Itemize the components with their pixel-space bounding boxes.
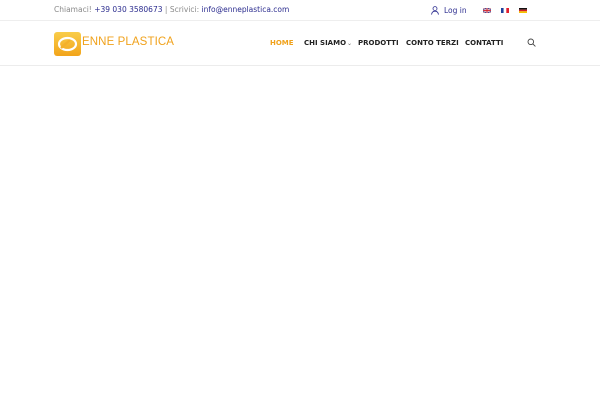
nav-prodotti[interactable]: PRODOTTI [358,39,399,47]
email-link[interactable]: info@enneplastica.com [202,5,290,14]
nav-conto-terzi[interactable]: CONTO TERZI [406,39,459,47]
nav-home[interactable]: HOME [270,39,294,47]
logo-mark-icon [54,32,81,56]
nav-contatti[interactable]: CONTATTI [465,39,503,47]
call-label: Chiamaci! [54,5,92,14]
chevron-down-icon: ⌄ [347,40,353,47]
logo-text: ENNE PLASTICA [82,36,175,48]
uk-flag-icon[interactable] [483,8,491,13]
user-icon [431,5,439,15]
write-label: Scrivici: [169,5,200,14]
search-icon[interactable] [527,38,536,47]
top-bar: Chiamaci! +39 030 3580673 | Scrivici: in… [0,0,600,21]
contact-info: Chiamaci! +39 030 3580673 | Scrivici: in… [54,5,289,14]
separator: | [164,5,168,14]
login-link[interactable]: Log in [431,4,467,16]
phone-link[interactable]: +39 030 3580673 [94,5,162,14]
nav-chi-siamo[interactable]: CHI SIAMO⌄ [304,39,352,47]
nav-chi-siamo-label: CHI SIAMO [304,39,347,47]
france-flag-icon[interactable] [501,8,509,13]
site-logo[interactable]: ENNE PLASTICA [54,32,174,56]
germany-flag-icon[interactable] [519,8,527,13]
main-header: ENNE PLASTICA HOME CHI SIAMO⌄ PRODOTTI C… [0,21,600,66]
login-label: Log in [444,5,467,15]
page-content [0,67,600,400]
